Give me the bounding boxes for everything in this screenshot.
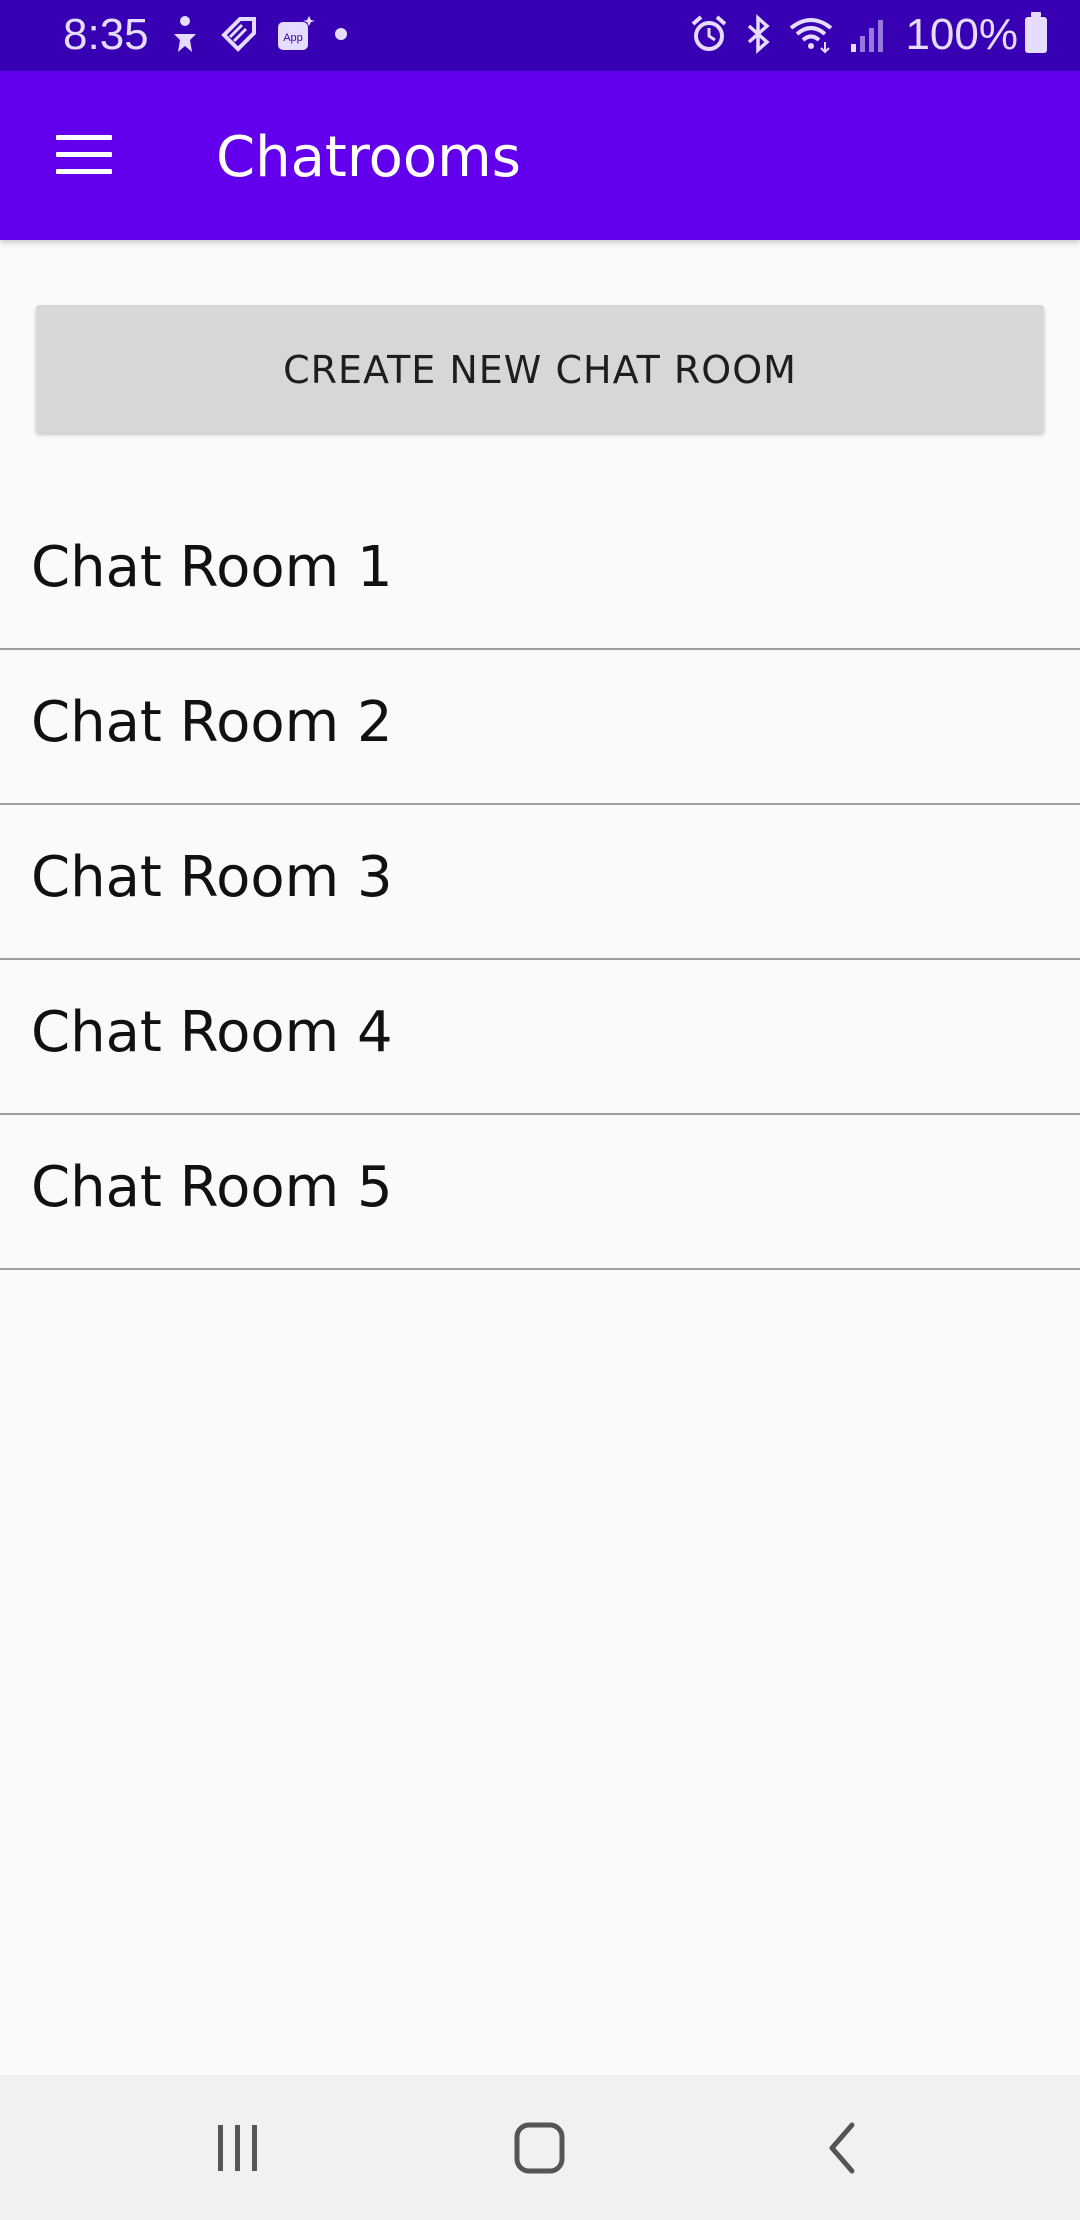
recents-icon[interactable] (203, 2113, 273, 2183)
status-time: 8:35 (63, 10, 149, 59)
back-icon[interactable] (808, 2113, 878, 2183)
chat-room-name: Chat Room 4 (31, 1000, 393, 1065)
chat-room-name: Chat Room 5 (31, 1155, 393, 1220)
chat-room-item[interactable]: Chat Room 2 (0, 650, 1080, 805)
chat-room-name: Chat Room 2 (31, 690, 393, 755)
bluetooth-icon (743, 13, 773, 59)
battery-percentage: 100% (905, 10, 1018, 59)
chatrooms-screen: 8:35 App 100% Chatrooms CREATE NEW CHAT … (0, 0, 1080, 2220)
signal-icon (849, 14, 885, 59)
battery-icon (1025, 12, 1047, 53)
dot-icon (334, 14, 348, 59)
app-bar: Chatrooms (0, 71, 1080, 240)
accessibility-icon (168, 14, 202, 59)
alarm-icon (689, 14, 729, 59)
chat-room-list: Chat Room 1 Chat Room 2 Chat Room 3 Chat… (0, 495, 1080, 1270)
create-chat-room-button[interactable]: CREATE NEW CHAT ROOM (36, 305, 1044, 433)
chat-room-item[interactable]: Chat Room 4 (0, 960, 1080, 1115)
chat-room-name: Chat Room 3 (31, 845, 393, 910)
status-left-icons: App (168, 14, 348, 58)
home-icon[interactable] (505, 2113, 575, 2183)
chat-room-item[interactable]: Chat Room 5 (0, 1115, 1080, 1270)
status-bar: 8:35 App 100% (0, 0, 1080, 71)
chat-room-item[interactable]: Chat Room 1 (0, 495, 1080, 650)
chat-room-item[interactable]: Chat Room 3 (0, 805, 1080, 960)
tag-icon (220, 15, 258, 58)
menu-icon[interactable] (56, 135, 112, 175)
svg-text:App: App (283, 32, 303, 44)
chat-room-name: Chat Room 1 (31, 535, 393, 600)
navigation-bar (0, 2075, 1080, 2220)
status-right-icons (689, 13, 885, 59)
app-notification-icon: App (276, 14, 316, 59)
page-title: Chatrooms (216, 125, 521, 190)
wifi-icon (787, 14, 835, 59)
